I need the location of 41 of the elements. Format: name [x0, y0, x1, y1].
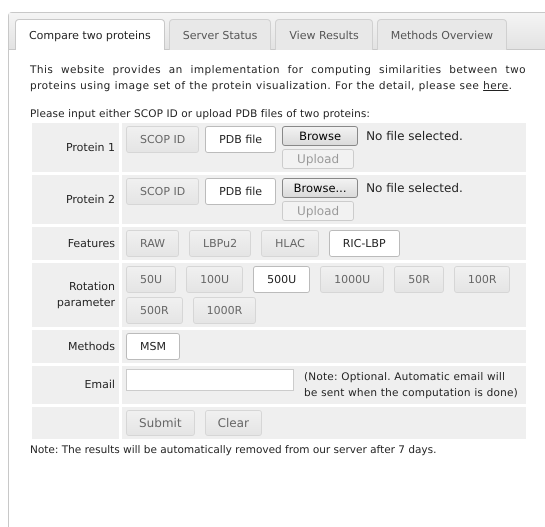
upload-button[interactable]: Upload	[282, 201, 354, 221]
tab[interactable]: Server Status	[168, 19, 272, 50]
footer-note: Note: The results will be automatically removed from our server after 7 days.	[30, 444, 438, 456]
file-status-text: No file selected.	[366, 129, 463, 143]
row-label: Features	[68, 236, 115, 252]
option-button[interactable]: 1000U	[320, 266, 384, 293]
option-button[interactable]: MSM	[126, 333, 180, 360]
browse-button[interactable]: Browse...	[282, 178, 358, 198]
option-button[interactable]: PDB file	[205, 126, 276, 153]
option-button[interactable]: 50R	[394, 266, 444, 293]
instruction-text: Please input either SCOP ID or upload PDB files of two proteins:	[30, 108, 372, 120]
option-button[interactable]: LBPu2	[189, 230, 252, 257]
email-note: (Note: Optional. Automatic email will be sent when the computation is done)	[304, 370, 519, 401]
option-button[interactable]: HLAC	[261, 230, 319, 257]
option-button[interactable]: RIC-LBP	[328, 230, 400, 257]
intro-paragraph: This website provides an implementation for computing similarities between two proteins using image set of the protein visualization. For the detail, please see here.	[30, 63, 526, 94]
form-button[interactable]: Submit	[126, 410, 195, 436]
option-button[interactable]: RAW	[126, 230, 179, 257]
option-button[interactable]: 100U	[186, 266, 244, 293]
row-label: Protein 1	[66, 140, 115, 156]
tab[interactable]: Methods Overview	[376, 19, 507, 50]
form-button[interactable]: Clear	[204, 410, 262, 436]
option-button[interactable]: 500R	[126, 297, 183, 324]
option-button[interactable]: 50U	[126, 266, 176, 293]
browse-button[interactable]: Browse	[282, 126, 358, 146]
email-field[interactable]	[126, 369, 294, 391]
row-label: Rotation parameter	[56, 279, 115, 311]
option-button[interactable]: SCOP ID	[126, 178, 200, 205]
tab[interactable]: View Results	[275, 19, 373, 50]
option-button[interactable]: SCOP ID	[126, 126, 200, 153]
option-button[interactable]: 1000R	[192, 297, 256, 324]
option-button[interactable]: 500U	[253, 266, 310, 293]
row-label: Protein 2	[66, 192, 115, 208]
row-label: Email	[84, 377, 115, 393]
row-label: Methods	[68, 338, 115, 354]
here-link[interactable]: here	[483, 80, 509, 92]
upload-button[interactable]: Upload	[282, 149, 354, 169]
option-button[interactable]: 100R	[454, 266, 510, 293]
tab[interactable]: Compare two proteins	[15, 19, 165, 50]
file-status-text: No file selected.	[366, 181, 463, 195]
option-button[interactable]: PDB file	[205, 178, 276, 205]
